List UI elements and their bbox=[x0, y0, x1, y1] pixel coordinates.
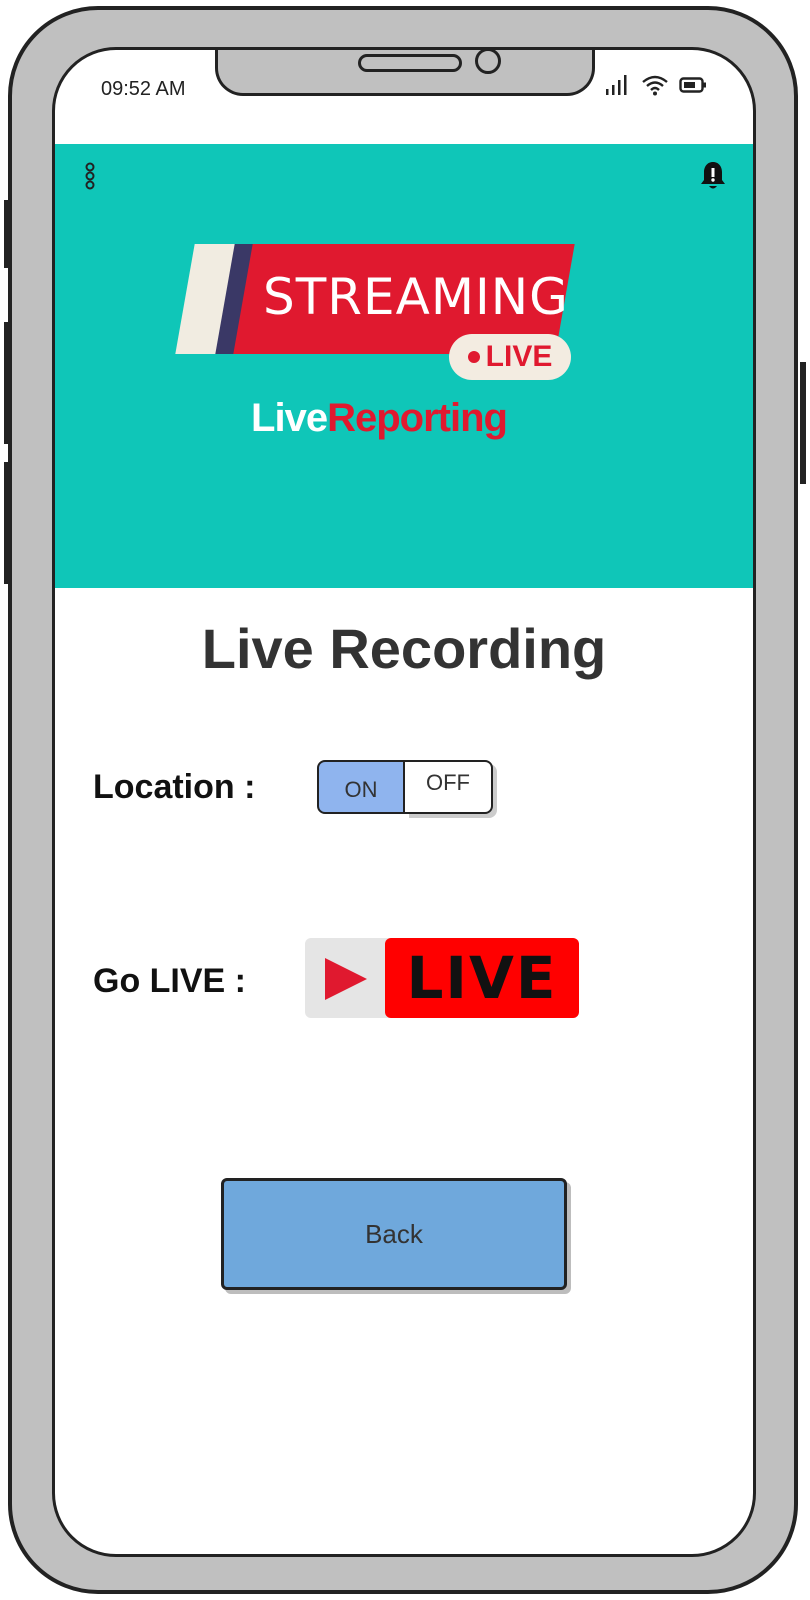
notification-bell-icon[interactable] bbox=[699, 160, 727, 197]
logo-caption-reporting: Reporting bbox=[327, 396, 508, 440]
phone-side-button-top bbox=[4, 200, 10, 268]
go-live-button-text: LIVE bbox=[406, 944, 558, 1012]
logo-caption-live: Live bbox=[251, 396, 328, 440]
logo-banner-text: STREAMING bbox=[263, 268, 569, 326]
go-live-button-red-panel: LIVE bbox=[385, 938, 579, 1018]
more-options-icon[interactable] bbox=[83, 162, 97, 197]
notch bbox=[215, 50, 595, 96]
status-icons bbox=[605, 74, 707, 101]
logo-live-pill: LIVE bbox=[449, 334, 571, 380]
battery-icon bbox=[679, 76, 707, 99]
location-toggle-off[interactable]: OFF bbox=[405, 760, 493, 814]
go-live-button[interactable]: LIVE bbox=[305, 938, 579, 1018]
play-icon bbox=[323, 956, 369, 1007]
logo-caption: LiveReporting bbox=[179, 396, 579, 441]
wifi-icon bbox=[641, 74, 669, 101]
page-title: Live Recording bbox=[201, 617, 607, 680]
location-toggle[interactable]: ON OFF bbox=[317, 760, 493, 814]
location-label: Location : bbox=[93, 768, 256, 806]
go-live-label: Go LIVE : bbox=[93, 962, 246, 1000]
app-header: STREAMING LIVE LiveReporting bbox=[55, 144, 753, 588]
status-time: 09:52 AM bbox=[101, 78, 186, 100]
back-button[interactable]: Back bbox=[221, 1178, 567, 1290]
speaker-grille bbox=[358, 54, 462, 72]
phone-side-button-volume-up bbox=[4, 322, 10, 444]
phone-screen: 09:52 AM STREAMING LIVE LiveReporting Li… bbox=[52, 47, 756, 1557]
streaming-live-logo: STREAMING LIVE LiveReporting bbox=[175, 244, 579, 454]
logo-live-text: LIVE bbox=[485, 340, 553, 373]
signal-icon bbox=[605, 74, 631, 101]
front-camera bbox=[475, 50, 501, 74]
live-dot-icon bbox=[467, 351, 480, 363]
location-toggle-on[interactable]: ON bbox=[317, 760, 405, 814]
phone-side-button-volume-down bbox=[4, 462, 10, 584]
phone-power-button bbox=[800, 362, 806, 484]
